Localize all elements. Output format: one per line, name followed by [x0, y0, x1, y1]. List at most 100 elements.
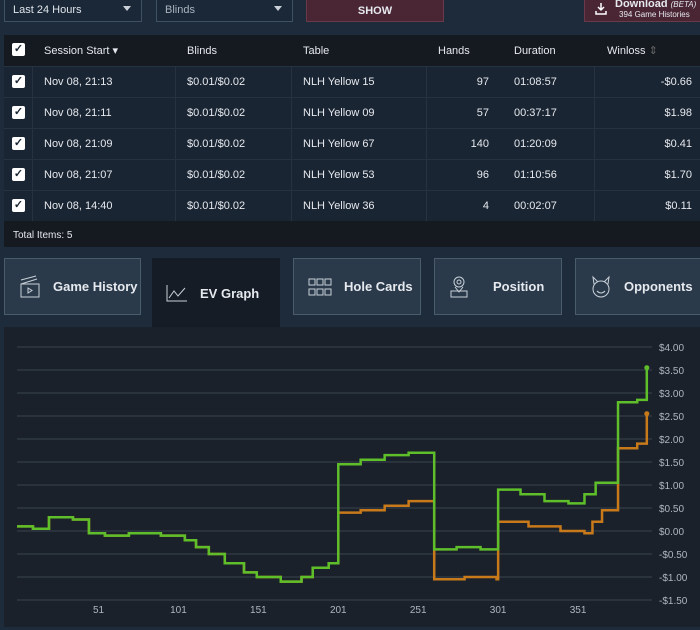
download-icon: [595, 3, 607, 15]
header-table: Table: [303, 44, 330, 57]
cell-duration: 00:02:07: [514, 200, 557, 212]
blinds-select[interactable]: Blinds: [156, 0, 293, 22]
x-tick-label: 201: [330, 605, 347, 616]
x-tick-label: 51: [93, 605, 105, 616]
column-divider: [175, 98, 176, 128]
y-tick-label: $2.00: [659, 435, 684, 446]
column-divider: [175, 160, 176, 190]
table-row[interactable]: ✓ Nov 08, 14:40 $0.01/$0.02 NLH Yellow 36 4 0…: [4, 190, 700, 221]
row-checkbox[interactable]: ✓: [12, 106, 25, 119]
x-tick-label: 101: [170, 605, 187, 616]
x-tick-label: 301: [490, 605, 507, 616]
sort-desc-icon: ▾: [112, 45, 119, 57]
column-divider: [291, 98, 292, 128]
column-divider: [291, 67, 292, 97]
column-divider: [32, 129, 33, 159]
table-row[interactable]: ✓ Nov 08, 21:13 $0.01/$0.02 NLH Yellow 15 97…: [4, 66, 700, 97]
table-row[interactable]: ✓ Nov 08, 21:09 $0.01/$0.02 NLH Yellow 67 14…: [4, 128, 700, 159]
column-divider: [426, 160, 427, 190]
header-winloss[interactable]: Winloss ⇕: [607, 35, 658, 66]
sessions-table: ✓ Session Start ▾ Blinds Table Hands Dur…: [4, 35, 700, 247]
tab-game-history[interactable]: Game History: [4, 258, 141, 315]
cell-table-name: NLH Yellow 15: [303, 76, 375, 88]
x-tick-label: 151: [250, 605, 267, 616]
y-tick-label: -$1.00: [659, 573, 688, 584]
header-session-start[interactable]: Session Start ▾: [44, 35, 118, 66]
ev-graph-chart: $4.00 $3.50 $3.00 $2.50 $2.00 $1.50 $1.00 $0.50…: [4, 327, 700, 627]
tab-bar: Game History EV Graph Hole Cards Positio…: [0, 258, 700, 328]
line-chart-icon: [166, 285, 187, 302]
column-divider: [175, 191, 176, 221]
cell-blinds: $0.01/$0.02: [187, 138, 246, 150]
period-select[interactable]: Last 24 Hours: [4, 0, 142, 22]
series-end-point: [644, 411, 650, 417]
total-items: Total Items: 5: [4, 221, 700, 247]
series-line-all-in-ev: [17, 367, 649, 583]
row-checkbox[interactable]: ✓: [12, 75, 25, 88]
devil-face-icon: [592, 275, 610, 297]
cell-hands: 140: [470, 138, 489, 150]
header-blinds: Blinds: [187, 44, 217, 57]
column-divider: [594, 160, 595, 190]
series-end-point: [644, 365, 650, 371]
column-divider: [594, 129, 595, 159]
cell-table-name: NLH Yellow 09: [303, 107, 375, 119]
cell-duration: 01:10:56: [514, 169, 557, 181]
cell-hands: 96: [476, 169, 489, 181]
column-divider: [426, 98, 427, 128]
cell-winloss: -$0.66: [660, 76, 692, 88]
cell-session-start: Nov 08, 21:09: [44, 138, 113, 150]
row-checkbox[interactable]: ✓: [12, 199, 25, 212]
cell-session-start: Nov 08, 21:07: [44, 169, 113, 181]
column-divider: [426, 191, 427, 221]
column-divider: [594, 67, 595, 97]
download-button[interactable]: Download (BETA) 394 Game Histories: [584, 0, 700, 22]
cell-duration: 00:37:17: [514, 107, 557, 119]
chevron-down-icon: [123, 6, 131, 11]
cell-hands: 97: [476, 76, 489, 88]
cell-session-start: Nov 08, 14:40: [44, 200, 113, 212]
blinds-placeholder: Blinds: [165, 4, 195, 16]
y-tick-label: $3.50: [659, 366, 684, 377]
period-value: Last 24 Hours: [13, 4, 82, 16]
download-label: Download: [615, 0, 668, 10]
column-divider: [594, 98, 595, 128]
tab-opponents[interactable]: Opponents: [575, 258, 700, 315]
tab-ev-graph[interactable]: EV Graph: [152, 258, 280, 328]
row-checkbox[interactable]: ✓: [12, 137, 25, 150]
y-tick-label: $0.50: [659, 504, 684, 515]
y-tick-label: $1.50: [659, 458, 684, 469]
chevron-down-icon: [274, 6, 282, 11]
table-row[interactable]: ✓ Nov 08, 21:11 $0.01/$0.02 NLH Yellow 09 57…: [4, 97, 700, 128]
column-divider: [32, 160, 33, 190]
cell-blinds: $0.01/$0.02: [187, 107, 246, 119]
cell-hands: 57: [476, 107, 489, 119]
cell-blinds: $0.01/$0.02: [187, 169, 246, 181]
tab-position[interactable]: Position: [434, 258, 562, 315]
cell-winloss: $1.70: [664, 169, 692, 181]
cell-session-start: Nov 08, 21:11: [44, 107, 112, 119]
y-tick-label: $0.00: [659, 527, 684, 538]
show-button[interactable]: SHOW: [306, 0, 444, 22]
location-pin-icon: [450, 276, 468, 297]
column-divider: [175, 129, 176, 159]
column-divider: [426, 67, 427, 97]
tab-hole-cards[interactable]: Hole Cards: [293, 258, 421, 315]
x-tick-label: 251: [410, 605, 427, 616]
header-duration: Duration: [514, 44, 556, 57]
beta-label: (BETA): [670, 0, 697, 9]
table-row[interactable]: ✓ Nov 08, 21:07 $0.01/$0.02 NLH Yellow 53 96…: [4, 159, 700, 190]
column-divider: [594, 191, 595, 221]
column-divider: [291, 191, 292, 221]
cell-table-name: NLH Yellow 67: [303, 138, 375, 150]
clapperboard-icon: [20, 275, 40, 297]
row-checkbox[interactable]: ✓: [12, 168, 25, 181]
y-tick-label: $3.00: [659, 389, 684, 400]
cell-winloss: $0.11: [665, 200, 692, 212]
cell-hands: 4: [482, 200, 489, 212]
select-all-checkbox[interactable]: ✓: [12, 43, 25, 56]
table-header: ✓ Session Start ▾ Blinds Table Hands Dur…: [4, 35, 700, 66]
column-divider: [32, 67, 33, 97]
y-tick-label: $2.50: [659, 412, 684, 423]
cell-blinds: $0.01/$0.02: [187, 76, 246, 88]
